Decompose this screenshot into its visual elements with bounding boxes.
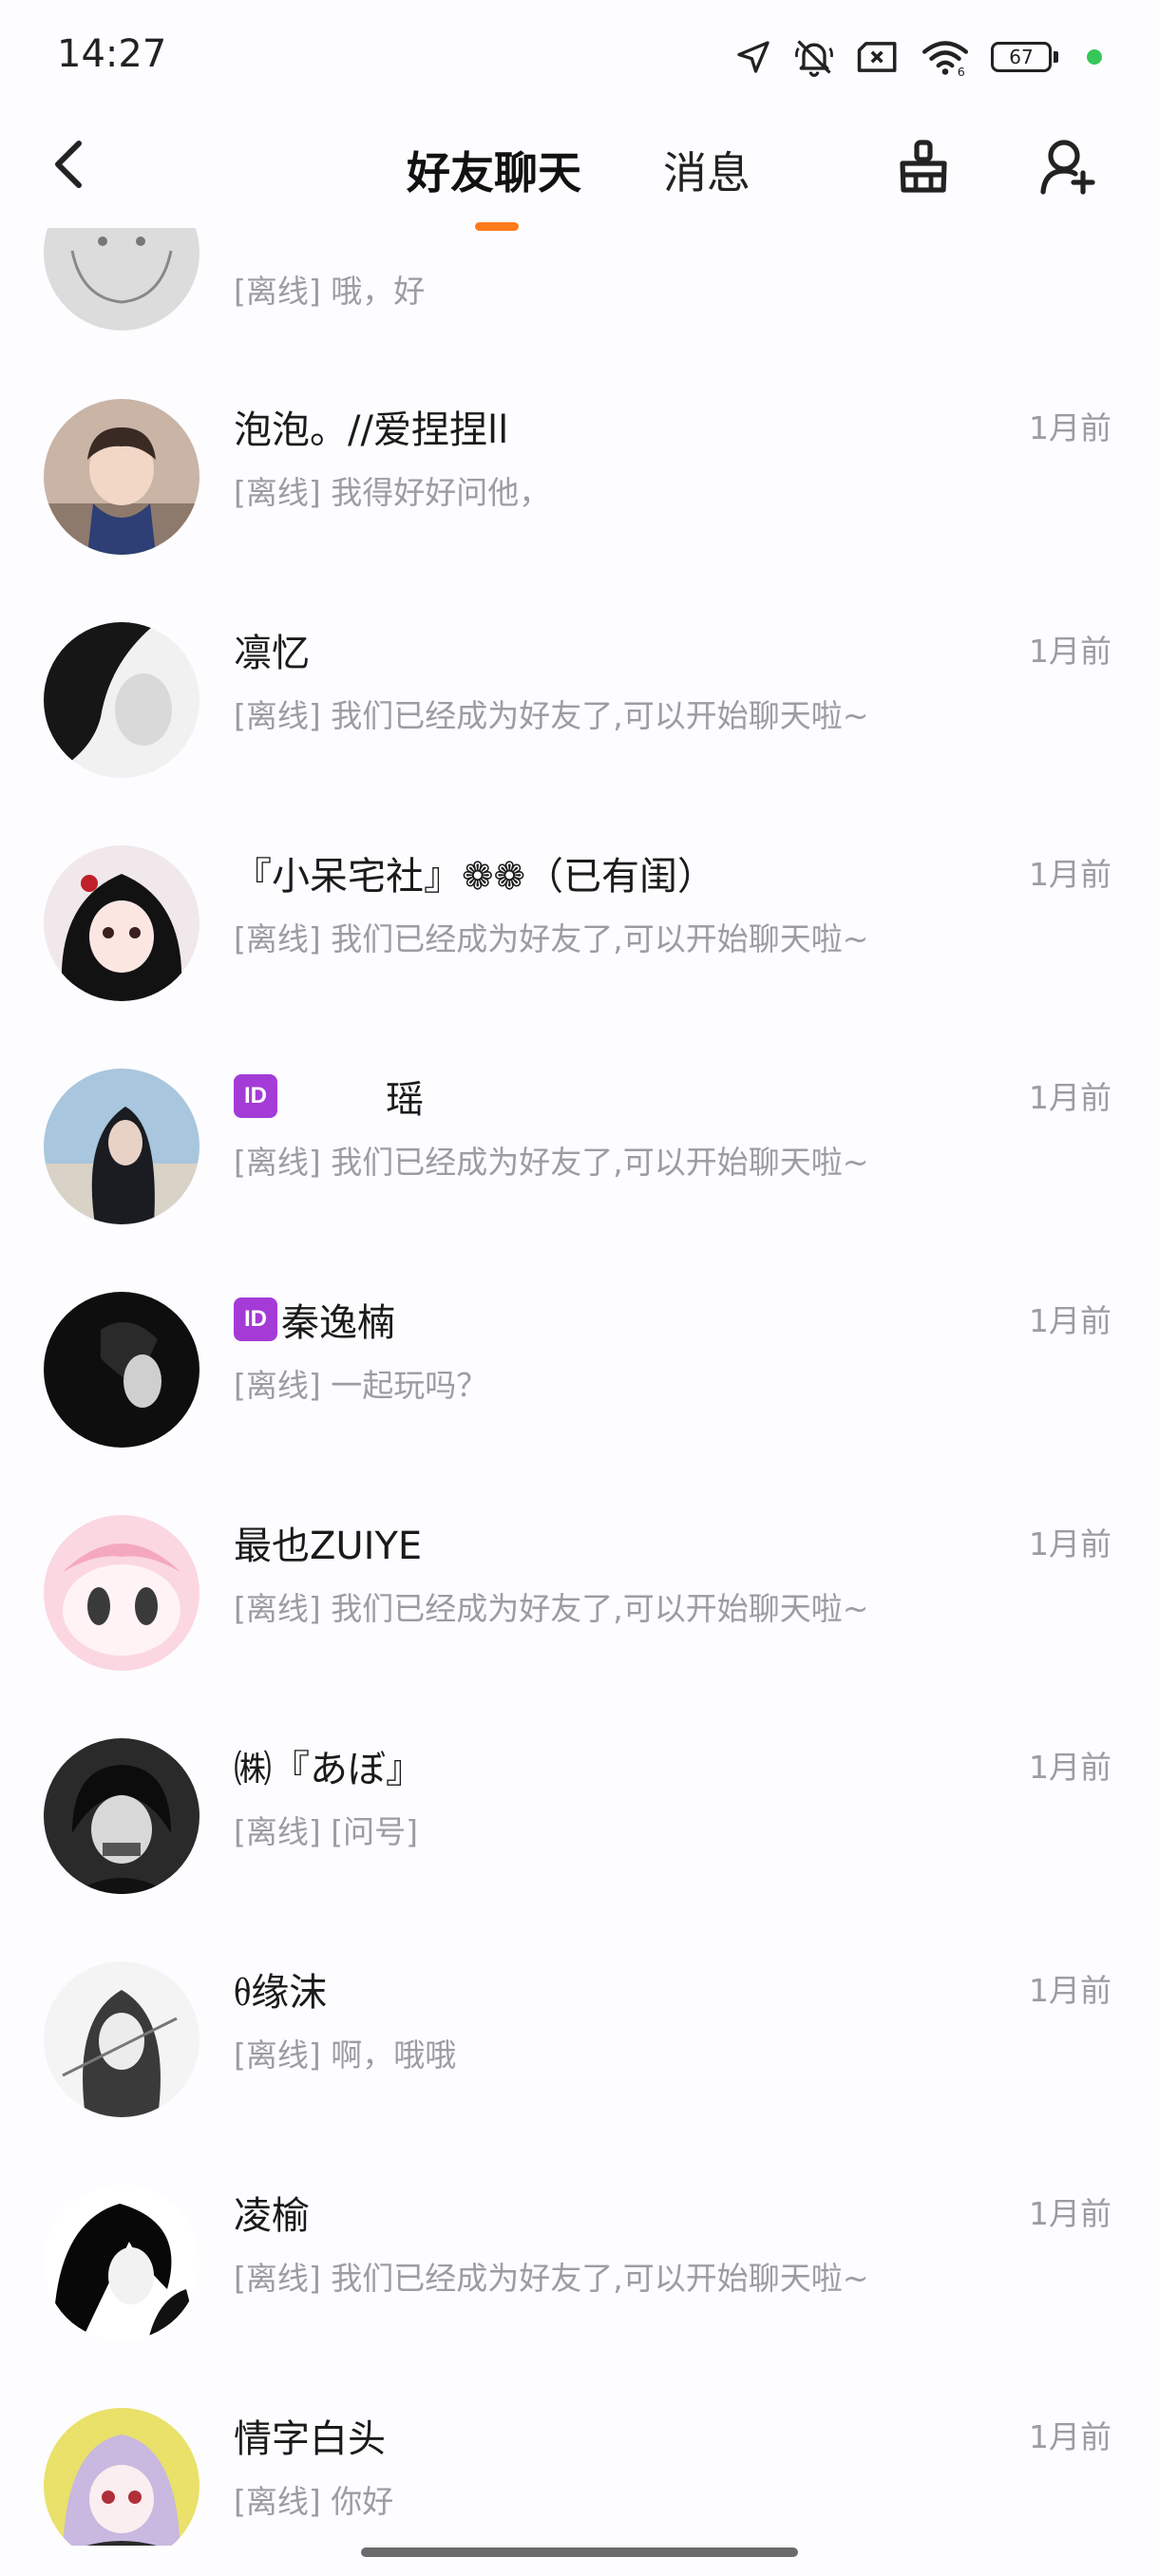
list-item[interactable]: 凛忆 1月前 [离线] 我们已经成为好友了,可以开始聊天啦~ — [0, 622, 1159, 844]
list-item[interactable]: ㈱『あぼ』 1月前 [离线] [问号] — [0, 1738, 1159, 1960]
avatar — [44, 399, 200, 555]
contact-name: ᦲ缘沫 — [234, 1971, 328, 2015]
sim-off-icon — [856, 38, 900, 76]
message-preview: [离线] 我们已经成为好友了,可以开始聊天啦~ — [234, 697, 869, 734]
avatar — [44, 1961, 200, 2117]
avatar — [44, 1738, 200, 1894]
message-preview: [离线] 我们已经成为好友了,可以开始聊天啦~ — [234, 1590, 869, 1627]
location-arrow-icon — [734, 38, 772, 76]
status-bar: 14:27 6 67 — [0, 0, 1159, 114]
list-item[interactable]: 情字白头 1月前 [离线] 你好 — [0, 2408, 1159, 2546]
home-indicator[interactable] — [361, 2548, 798, 2557]
avatar — [44, 2185, 200, 2340]
message-time: 1月前 — [1029, 2195, 1112, 2232]
message-time: 1月前 — [1029, 1525, 1112, 1563]
avatar — [44, 2408, 200, 2546]
contact-name-text: 秦逸楠 — [281, 1301, 395, 1345]
message-time: 1月前 — [1029, 856, 1112, 893]
battery-level: 67 — [991, 42, 1052, 72]
clean-button[interactable] — [889, 133, 958, 201]
list-item[interactable]: 『小呆宅社』❁❁（已有闺） 1月前 [离线] 我们已经成为好友了,可以开始聊天啦… — [0, 845, 1159, 1068]
back-button[interactable] — [36, 131, 103, 198]
contact-name: 情字白头 — [234, 2417, 386, 2461]
status-time: 14:27 — [57, 32, 167, 76]
message-preview: [离线] 我得好好问他， — [234, 474, 551, 511]
list-item[interactable]: ᦲ缘沫 1月前 [离线] 啊，哦哦 — [0, 1961, 1159, 2184]
message-preview: [离线] [问号] — [234, 1813, 418, 1850]
message-preview: [离线] 一起玩吗？ — [234, 1367, 488, 1404]
contact-name: 泡泡。//爱捏捏ll — [234, 408, 509, 452]
avatar — [44, 845, 200, 1001]
message-preview: [离线] 我们已经成为好友了,可以开始聊天啦~ — [234, 920, 869, 957]
id-badge-icon: ID — [234, 1074, 277, 1118]
chevron-left-icon — [55, 141, 82, 188]
list-item[interactable]: ID 秦逸楠 1月前 [离线] 一起玩吗？ — [0, 1292, 1159, 1514]
contact-name: 最也ZUIYE — [234, 1525, 423, 1568]
list-item[interactable]: 凌榆 1月前 [离线] 我们已经成为好友了,可以开始聊天啦~ — [0, 2185, 1159, 2407]
avatar — [44, 1292, 200, 1448]
list-item[interactable]: ID 瑶 1月前 [离线] 我们已经成为好友了,可以开始聊天啦~ — [0, 1069, 1159, 1291]
wifi-icon: 6 — [921, 38, 970, 76]
message-preview: [离线] 啊，哦哦 — [234, 2036, 457, 2074]
contact-name: 『小呆宅社』❁❁（已有闺） — [234, 855, 716, 899]
list-item[interactable]: [离线] 哦，好 — [0, 228, 1159, 342]
header: 好友聊天 消息 — [0, 114, 1159, 231]
add-user-icon — [1040, 140, 1095, 195]
chat-list[interactable]: [离线] 哦，好 泡泡。//爱捏捏ll 1月前 [离线] 我得好好问他， 凛忆 — [0, 228, 1159, 2546]
contact-name-text: 瑶 — [386, 1078, 424, 1122]
message-time: 1月前 — [1029, 409, 1112, 446]
svg-text:6: 6 — [958, 65, 965, 76]
message-preview: [离线] 我们已经成为好友了,可以开始聊天啦~ — [234, 1144, 869, 1181]
tab-messages[interactable]: 消息 — [663, 139, 750, 201]
message-time: 1月前 — [1029, 1302, 1112, 1339]
message-time: 1月前 — [1029, 1972, 1112, 2009]
contact-name: ㈱『あぼ』 — [234, 1748, 424, 1791]
message-time: 1月前 — [1029, 1079, 1112, 1116]
green-dot-icon — [1087, 49, 1102, 65]
avatar — [44, 1069, 200, 1224]
id-badge-icon: ID — [234, 1297, 277, 1341]
battery-icon: 67 — [991, 42, 1058, 72]
message-time: 1月前 — [1029, 1749, 1112, 1786]
message-preview: [离线] 哦，好 — [234, 273, 426, 310]
message-time: 1月前 — [1029, 2418, 1112, 2455]
status-icons: 6 67 — [734, 34, 1102, 80]
contact-name: 凛忆 — [234, 632, 310, 675]
add-friend-button[interactable] — [1034, 133, 1102, 201]
message-preview: [离线] 我们已经成为好友了,可以开始聊天啦~ — [234, 2260, 869, 2297]
tab-friends-chat[interactable]: 好友聊天 — [407, 139, 581, 201]
contact-name: ID 秦逸楠 — [234, 1292, 395, 1347]
contact-name: 凌榆 — [234, 2194, 310, 2238]
avatar — [44, 228, 200, 331]
contact-name: ID 瑶 — [234, 1069, 424, 1124]
bell-muted-icon — [793, 36, 835, 78]
avatar — [44, 622, 200, 778]
broom-icon — [900, 140, 947, 193]
message-time: 1月前 — [1029, 633, 1112, 670]
list-item[interactable]: 泡泡。//爱捏捏ll 1月前 [离线] 我得好好问他， — [0, 399, 1159, 621]
avatar — [44, 1515, 200, 1671]
message-preview: [离线] 你好 — [234, 2483, 394, 2520]
list-item[interactable]: 最也ZUIYE 1月前 [离线] 我们已经成为好友了,可以开始聊天啦~ — [0, 1515, 1159, 1737]
